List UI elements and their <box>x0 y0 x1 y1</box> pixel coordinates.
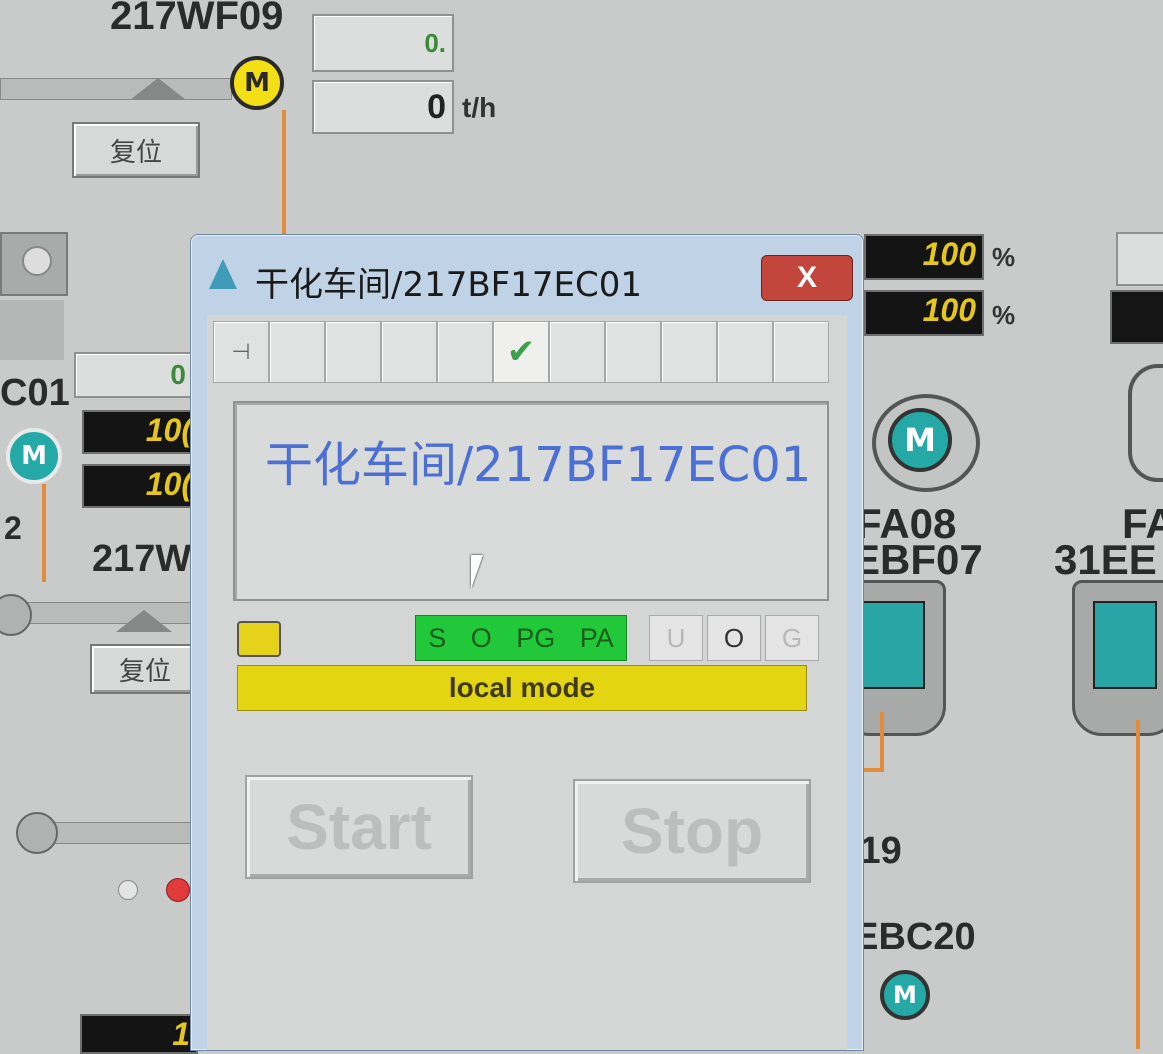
up-arrow-icon <box>130 78 186 100</box>
toolbar-slot-8[interactable] <box>605 321 661 383</box>
toolbar-slot-2[interactable] <box>269 321 325 383</box>
flag-s: S <box>428 622 447 653</box>
percent-unit-2: % <box>992 300 1016 330</box>
tag-c01: C01 <box>0 372 70 414</box>
toolbar-slot-10[interactable] <box>717 321 773 383</box>
device-type-icon <box>237 621 281 657</box>
pin-icon[interactable]: ⊣ <box>213 321 269 383</box>
flag-pg: PG <box>516 622 556 653</box>
flow-value-field: 0 <box>312 80 454 134</box>
roller-icon-lower <box>16 812 58 854</box>
tag-217wi: 217WI <box>92 538 202 580</box>
flow-line <box>282 110 286 240</box>
gray-lamp-icon <box>118 880 138 900</box>
dialog-title: 干化车间/217BF17EC01 <box>255 265 642 305</box>
fan-pump-housing: M <box>862 364 982 492</box>
status-lamp-icon <box>22 246 52 276</box>
flag-u: U <box>649 615 703 661</box>
status-flags-green: S O PG PA <box>415 615 627 661</box>
app-logo-icon <box>209 259 237 289</box>
weight-value-field: 0. <box>312 14 454 72</box>
conveyor-bar-top <box>0 78 232 100</box>
far-right-field-1 <box>1116 232 1163 286</box>
toolbar-slot-7[interactable] <box>549 321 605 383</box>
flag-g: G <box>765 615 819 661</box>
flow-line-far-right <box>1136 720 1140 1049</box>
toolbar-slot-4[interactable] <box>381 321 437 383</box>
flow-line-right <box>880 712 884 772</box>
motor-m-icon[interactable]: M <box>230 56 284 110</box>
filter-element <box>861 601 925 689</box>
tag-ebf07: EBF07 <box>852 536 983 583</box>
toolbar-slot-9[interactable] <box>661 321 717 383</box>
left-digit: 2 <box>4 510 22 546</box>
acknowledge-check-icon[interactable]: ✔ <box>493 321 549 383</box>
faceplate-toolbar: ⊣ ✔ <box>213 321 841 383</box>
mode-status-bar: local mode <box>237 665 807 711</box>
motor-m-icon-left[interactable]: M <box>6 428 62 484</box>
left-value-field: 0 <box>74 352 194 398</box>
tag-31ee: 31EE <box>1054 536 1157 583</box>
percent-unit-1: % <box>992 242 1016 272</box>
flow-unit: t/h <box>462 92 497 123</box>
mouse-cursor-icon <box>471 555 483 589</box>
toolbar-slot-3[interactable] <box>325 321 381 383</box>
start-button[interactable]: Start <box>245 775 473 879</box>
flag-o-gray: O <box>707 615 761 661</box>
red-lamp-icon <box>166 878 190 902</box>
left-dark-field-1: 10( <box>82 410 200 454</box>
device-name: 干化车间/217BF17EC01 <box>265 437 812 493</box>
far-right-field-2 <box>1110 290 1163 344</box>
tag-217wf09: 217WF09 <box>110 0 284 38</box>
up-arrow-icon-left <box>116 610 172 632</box>
filter-vessel-far <box>1072 580 1163 736</box>
left-dark-field-2: 10( <box>82 464 200 508</box>
flag-pa: PA <box>579 622 614 653</box>
toolbar-slot-11[interactable] <box>773 321 829 383</box>
motor-m-icon-ebc20[interactable]: M <box>880 970 930 1020</box>
toolbar-slot-5[interactable] <box>437 321 493 383</box>
status-flags-gray: U O G <box>649 615 819 661</box>
stop-button[interactable]: Stop <box>573 779 811 883</box>
roller-icon <box>0 594 32 636</box>
percent-field-2: 100 <box>864 290 984 336</box>
dialog-titlebar[interactable]: 干化车间/217BF17EC01 X <box>191 235 863 315</box>
filter-element-far <box>1093 601 1157 689</box>
reset-button-top[interactable]: 复位 <box>72 122 200 178</box>
dialog-client-area: ⊣ ✔ 干化车间/217BF17EC01 S O PG PA U O G loc… <box>207 315 847 1050</box>
close-button[interactable]: X <box>761 255 853 301</box>
device-faceplate-dialog[interactable]: 干化车间/217BF17EC01 X ⊣ ✔ 干化车间/217BF17EC01 … <box>190 234 864 1051</box>
status-row: S O PG PA U O G <box>237 615 827 661</box>
bottom-dark-field: 1 <box>80 1014 198 1054</box>
reset-button-left[interactable]: 复位 <box>90 644 200 694</box>
side-panel <box>0 300 64 360</box>
flag-o: O <box>470 622 492 653</box>
flow-line-left <box>42 484 46 582</box>
motor-m-icon-pump[interactable]: M <box>888 408 952 472</box>
pump-housing-far <box>1128 364 1163 482</box>
device-name-panel: 干化车间/217BF17EC01 <box>233 401 829 601</box>
percent-field-1: 100 <box>864 234 984 280</box>
